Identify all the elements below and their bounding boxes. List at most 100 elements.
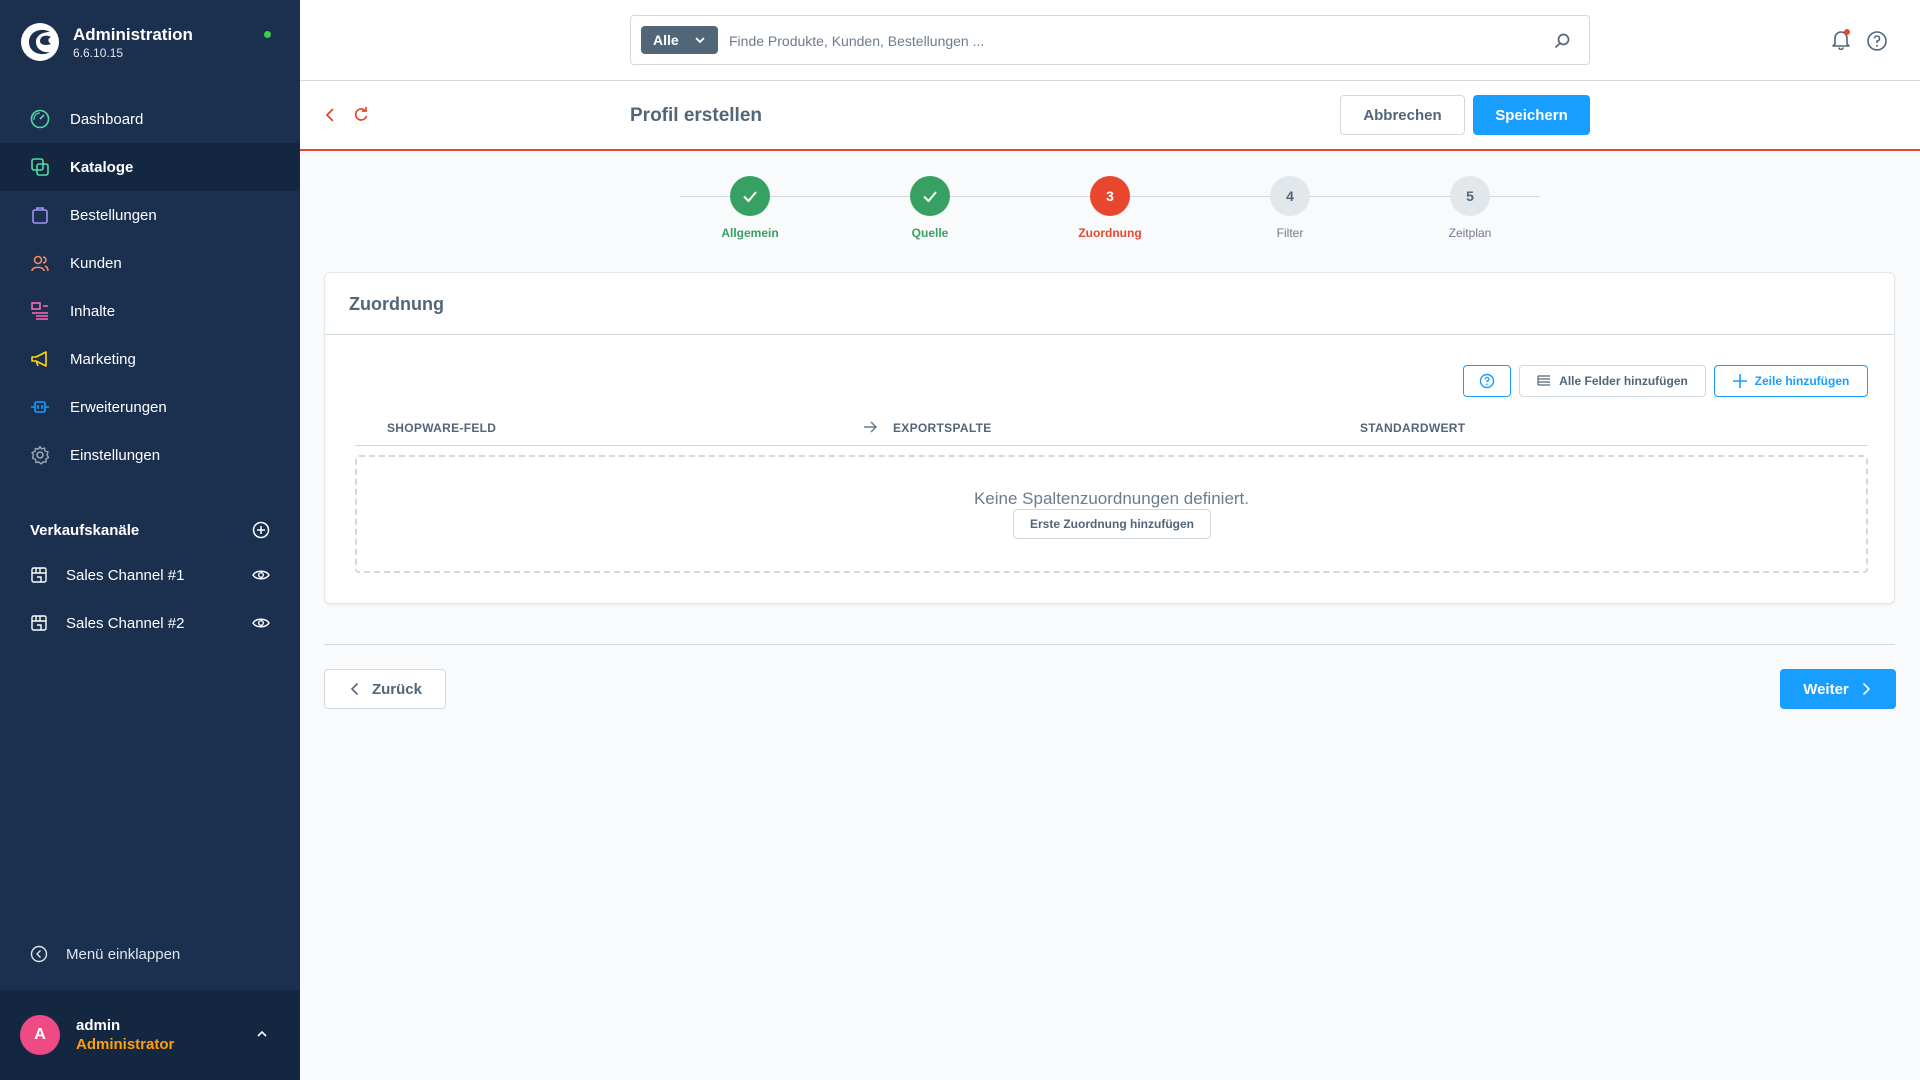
chevron-down-icon xyxy=(694,34,706,46)
empty-state: Keine Spaltenzuordnungen definiert. Erst… xyxy=(355,455,1868,573)
step-label: Zuordnung xyxy=(1078,226,1142,240)
back-arrow-icon[interactable] xyxy=(322,107,338,123)
avatar: A xyxy=(20,1015,60,1055)
shopware-logo-icon[interactable] xyxy=(20,22,60,62)
checkmark-icon xyxy=(730,176,770,216)
notification-bell-icon[interactable] xyxy=(1830,28,1852,50)
nav-label-einstellungen: Einstellungen xyxy=(70,446,161,464)
smart-bar: Profil erstellen Abbrechen Speichern xyxy=(300,81,1920,151)
nav-label-kataloge: Kataloge xyxy=(70,158,134,176)
content-icon xyxy=(30,301,50,321)
chevron-left-icon xyxy=(348,682,362,696)
sidebar: Administration 6.6.10.15 Dashboard Katal… xyxy=(0,0,300,1080)
catalog-icon xyxy=(30,157,50,177)
next-label: Weiter xyxy=(1803,680,1849,698)
chevron-right-icon xyxy=(1859,682,1873,696)
page-title: Profil erstellen xyxy=(630,105,762,126)
column-header-default-value: STANDARDWERT xyxy=(1360,421,1466,435)
main-nav: Dashboard Kataloge Bestellungen Kunden I… xyxy=(0,95,300,479)
step-filter[interactable]: 4 Filter xyxy=(1230,176,1350,240)
bag-icon xyxy=(30,205,50,225)
status-indicator xyxy=(264,31,271,38)
nav-item-dashboard[interactable]: Dashboard xyxy=(0,95,300,143)
add-all-fields-button[interactable]: Alle Felder hinzufügen xyxy=(1519,365,1706,397)
step-number: 5 xyxy=(1450,176,1490,216)
nav-item-kunden[interactable]: Kunden xyxy=(0,239,300,287)
step-label: Quelle xyxy=(911,226,949,240)
chevron-left-circle-icon xyxy=(30,945,48,963)
step-number: 4 xyxy=(1270,176,1310,216)
step-zeitplan[interactable]: 5 Zeitplan xyxy=(1410,176,1530,240)
cancel-button[interactable]: Abbrechen xyxy=(1340,95,1465,135)
next-button[interactable]: Weiter xyxy=(1780,669,1896,709)
sales-channel-label: Sales Channel #1 xyxy=(66,566,185,584)
nav-label-marketing: Marketing xyxy=(70,350,136,368)
back-button[interactable]: Zurück xyxy=(324,669,446,709)
sales-channels-header: Verkaufskanäle xyxy=(30,518,270,542)
nav-item-kataloge[interactable]: Kataloge xyxy=(0,143,300,191)
search-type-label: Alle xyxy=(653,32,679,48)
header-divider xyxy=(355,445,1868,446)
save-button[interactable]: Speichern xyxy=(1473,95,1590,135)
help-icon[interactable] xyxy=(1866,30,1888,52)
nav-label-inhalte: Inhalte xyxy=(70,302,116,320)
add-row-label: Zeile hinzufügen xyxy=(1754,374,1850,388)
step-number: 3 xyxy=(1090,176,1130,216)
step-quelle[interactable]: Quelle xyxy=(870,176,990,240)
chevron-up-icon[interactable] xyxy=(254,1026,270,1042)
add-all-fields-label: Alle Felder hinzufügen xyxy=(1559,374,1688,388)
add-first-mapping-button[interactable]: Erste Zuordnung hinzufügen xyxy=(1013,509,1211,539)
collapse-menu-button[interactable]: Menü einklappen xyxy=(30,945,180,963)
mapping-help-button[interactable] xyxy=(1463,365,1511,397)
dashboard-icon xyxy=(30,109,50,129)
storefront-icon xyxy=(30,614,48,632)
step-allgemein[interactable]: Allgemein xyxy=(690,176,810,240)
sales-channel-label: Sales Channel #2 xyxy=(66,614,185,632)
global-search: Alle xyxy=(630,15,1590,65)
nav-label-dashboard: Dashboard xyxy=(70,110,144,128)
arrow-right-icon xyxy=(862,419,878,435)
mapping-card: Zuordnung Alle Felder hinzufügen Zeile h… xyxy=(324,272,1895,604)
eye-icon[interactable] xyxy=(252,614,270,632)
sales-channel-item[interactable]: Sales Channel #2 xyxy=(30,611,270,635)
user-menu[interactable]: A admin Administrator xyxy=(0,990,300,1080)
nav-label-kunden: Kunden xyxy=(70,254,122,272)
wizard-steps: Allgemein Quelle 3 Zuordnung 4 Filter 5 … xyxy=(300,151,1920,251)
sales-channel-item[interactable]: Sales Channel #1 xyxy=(30,563,270,587)
column-header-export-column: EXPORTSPALTE xyxy=(893,421,992,435)
plug-icon xyxy=(30,397,50,417)
checkmark-icon xyxy=(910,176,950,216)
search-type-select[interactable]: Alle xyxy=(641,26,718,54)
storefront-icon xyxy=(30,566,48,584)
users-icon xyxy=(30,253,50,273)
nav-item-einstellungen[interactable]: Einstellungen xyxy=(0,431,300,479)
step-label: Allgemein xyxy=(721,226,779,240)
nav-item-marketing[interactable]: Marketing xyxy=(0,335,300,383)
nav-label-bestellungen: Bestellungen xyxy=(70,206,157,224)
add-channel-icon[interactable] xyxy=(252,521,270,539)
megaphone-icon xyxy=(30,349,50,369)
eye-icon[interactable] xyxy=(252,566,270,584)
card-title: Zuordnung xyxy=(325,273,1894,335)
user-name: admin xyxy=(76,1017,121,1034)
nav-item-erweiterungen[interactable]: Erweiterungen xyxy=(0,383,300,431)
user-role: Administrator xyxy=(76,1036,175,1053)
step-label: Zeitplan xyxy=(1448,226,1492,240)
column-header-shopware-field: SHOPWARE-FELD xyxy=(387,421,497,435)
search-input[interactable] xyxy=(729,28,1529,54)
plus-icon xyxy=(1732,374,1747,388)
app-version: 6.6.10.15 xyxy=(73,46,124,60)
nav-item-inhalte[interactable]: Inhalte xyxy=(0,287,300,335)
top-header: Alle xyxy=(300,0,1920,81)
step-label: Filter xyxy=(1276,226,1304,240)
nav-item-bestellungen[interactable]: Bestellungen xyxy=(0,191,300,239)
add-row-button[interactable]: Zeile hinzufügen xyxy=(1714,365,1868,397)
list-icon xyxy=(1537,374,1551,388)
gear-icon xyxy=(30,445,50,465)
collapse-menu-label: Menü einklappen xyxy=(66,945,181,963)
search-icon[interactable] xyxy=(1553,32,1571,50)
help-circle-icon xyxy=(1479,373,1495,389)
reload-icon[interactable] xyxy=(352,106,370,124)
step-zuordnung[interactable]: 3 Zuordnung xyxy=(1050,176,1170,240)
sales-channels-title: Verkaufskanäle xyxy=(30,521,140,539)
